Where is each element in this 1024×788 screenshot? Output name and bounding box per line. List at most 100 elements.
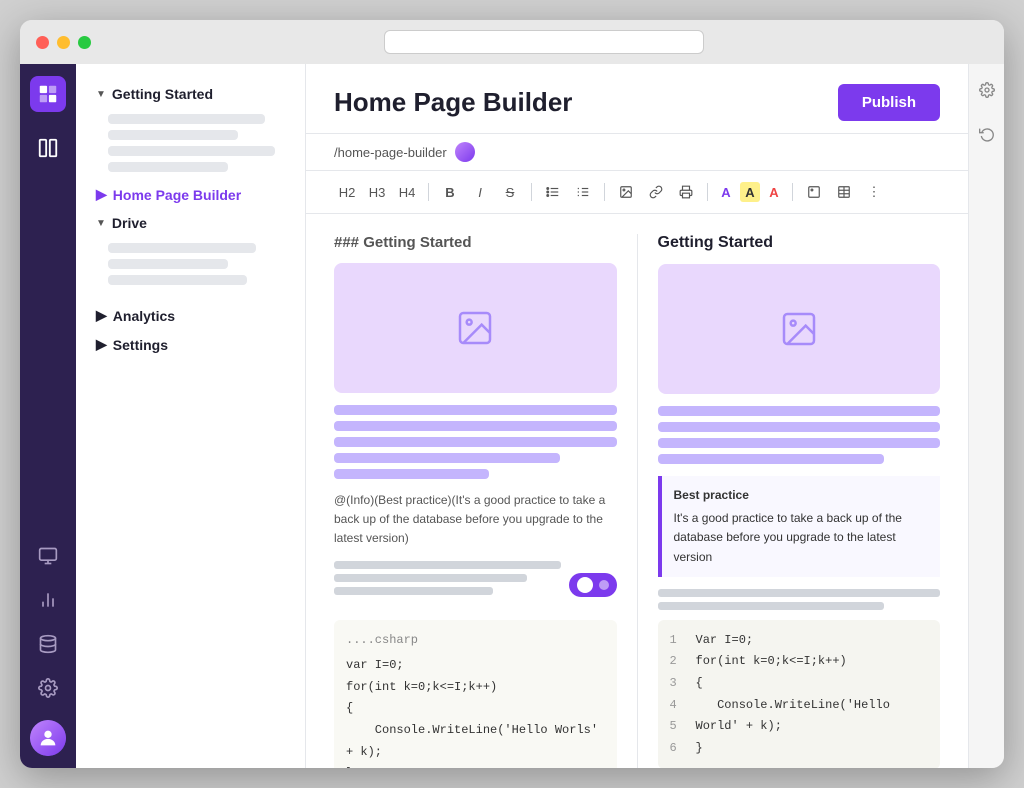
drive-header[interactable]: ▼ Drive [88, 209, 293, 237]
left-gray-lines [334, 561, 561, 600]
home-page-builder-item[interactable]: ▶ Home Page Builder [88, 180, 293, 209]
line-num-3: 3 [670, 673, 684, 695]
left-heading: ### Getting Started [334, 234, 617, 251]
getting-started-section: ▼ Getting Started [88, 80, 293, 172]
image-placeholder-icon [455, 308, 495, 348]
nav-placeholder-1 [108, 114, 265, 124]
editor-left: ### Getting Started [334, 234, 617, 768]
getting-started-label: Getting Started [112, 86, 213, 102]
editor-right: Getting Started [658, 234, 941, 768]
publish-button[interactable]: Publish [838, 84, 940, 121]
content-line-2 [334, 421, 617, 431]
toggle-button[interactable] [569, 573, 617, 597]
line-text-4: Console.WriteLine('Hello [696, 695, 890, 717]
toolbar-color-highlight[interactable]: A [740, 182, 760, 202]
getting-started-header[interactable]: ▼ Getting Started [88, 80, 293, 108]
url-bar: /home-page-builder [306, 134, 968, 171]
getting-started-items [88, 114, 293, 172]
right-code-line-6: 6 } [670, 738, 929, 760]
editor-divider [637, 234, 638, 768]
toolbar-image[interactable] [613, 179, 639, 205]
right-gray-line-1 [658, 589, 941, 597]
logo-icon [37, 83, 59, 105]
titlebar [20, 20, 1004, 64]
toolbar-link[interactable] [643, 179, 669, 205]
close-dot[interactable] [36, 36, 49, 49]
right-code-line-3: 3 { [670, 673, 929, 695]
library-icon[interactable] [28, 128, 68, 168]
left-code-block: ....csharp var I=0; for(int k=0;k<=I;k++… [334, 620, 617, 768]
logo-button[interactable] [30, 76, 66, 112]
callout-box: Best practice It's a good practice to ta… [658, 476, 941, 577]
drive-label: Drive [112, 215, 147, 231]
chart-icon[interactable] [28, 580, 68, 620]
gray-line-2 [334, 574, 527, 582]
drive-placeholder-2 [108, 259, 228, 269]
settings-item[interactable]: ▶ Settings [88, 330, 293, 359]
toolbar-image2[interactable] [801, 179, 827, 205]
analytics-arrow: ▶ [96, 307, 107, 324]
panel-settings-icon[interactable] [973, 76, 1001, 104]
code-line-1: var I=0; [346, 655, 605, 677]
toolbar-italic[interactable]: I [467, 179, 493, 205]
line-num-1: 1 [670, 630, 684, 652]
database-icon[interactable] [28, 624, 68, 664]
line-num-6: 6 [670, 738, 684, 760]
toolbar-separator-3 [604, 183, 605, 201]
main-header: Home Page Builder Publish [306, 64, 968, 134]
toolbar-color-purple[interactable]: A [716, 182, 736, 202]
right-heading: Getting Started [658, 234, 941, 252]
toolbar-ol[interactable] [570, 179, 596, 205]
toolbar-separator-5 [792, 183, 793, 201]
line-text-5: World' + k); [696, 716, 782, 738]
line-text-2: for(int k=0;k<=I;k++) [696, 651, 847, 673]
toolbar-h3[interactable]: H3 [364, 179, 390, 205]
content-line-3 [334, 437, 617, 447]
toolbar-separator-1 [428, 183, 429, 201]
toolbar-h2[interactable]: H2 [334, 179, 360, 205]
toolbar-bold[interactable]: B [437, 179, 463, 205]
code-heading: ....csharp [346, 630, 605, 652]
line-text-3: { [696, 673, 703, 695]
drive-arrow: ▼ [96, 218, 106, 229]
right-image-placeholder [658, 264, 941, 394]
panel-refresh-icon[interactable] [973, 120, 1001, 148]
right-content-line-3 [658, 438, 941, 448]
right-panel [968, 64, 1004, 768]
toolbar-table[interactable] [831, 179, 857, 205]
gray-line-3 [334, 587, 493, 595]
drive-placeholder-3 [108, 275, 247, 285]
content-line-1 [334, 405, 617, 415]
line-num-4: 4 [670, 695, 684, 717]
active-item-label: Home Page Builder [113, 187, 241, 203]
analytics-item[interactable]: ▶ Analytics [88, 301, 293, 330]
code-line-3: { [346, 698, 605, 720]
toolbar-strikethrough[interactable]: S [497, 179, 523, 205]
right-code-line-2: 2 for(int k=0;k<=I;k++) [670, 651, 929, 673]
line-text-1: Var I=0; [696, 630, 754, 652]
monitor-icon[interactable] [28, 536, 68, 576]
line-num-2: 2 [670, 651, 684, 673]
right-code-line-4: 4 Console.WriteLine('Hello [670, 695, 929, 717]
toolbar-color-red[interactable]: A [764, 182, 784, 202]
gray-line-1 [334, 561, 561, 569]
maximize-dot[interactable] [78, 36, 91, 49]
right-code-block: 1 Var I=0; 2 for(int k=0;k<=I;k++) 3 { [658, 620, 941, 768]
icon-bar [20, 64, 76, 768]
nav-placeholder-3 [108, 146, 275, 156]
right-content-line-4 [658, 454, 884, 464]
drive-placeholder-1 [108, 243, 256, 253]
line-text-6: } [696, 738, 703, 760]
line-num-5: 5 [670, 716, 684, 738]
settings-label: Settings [113, 337, 168, 353]
user-avatar[interactable] [30, 720, 66, 756]
toolbar-ul[interactable] [540, 179, 566, 205]
toolbar-h4[interactable]: H4 [394, 179, 420, 205]
settings-icon[interactable] [28, 668, 68, 708]
minimize-dot[interactable] [57, 36, 70, 49]
app-window: ▼ Getting Started ▶ Home Page Builder ▼ … [20, 20, 1004, 768]
toolbar-more[interactable]: ⋮ [861, 179, 887, 205]
toolbar-print[interactable] [673, 179, 699, 205]
toggle-dot [577, 577, 593, 593]
address-bar[interactable] [384, 30, 704, 54]
